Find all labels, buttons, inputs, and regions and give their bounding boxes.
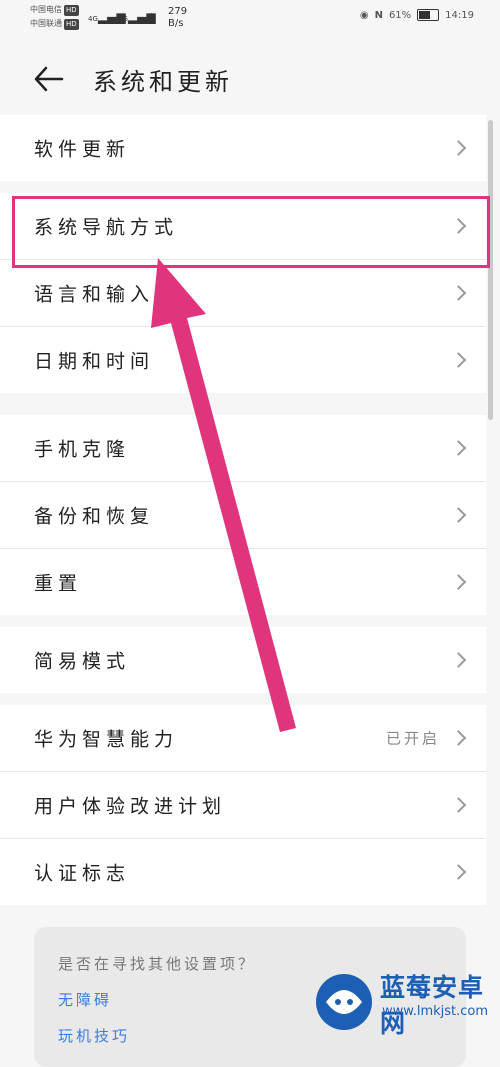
carrier-2: 中国联通 HD (30, 19, 79, 30)
chevron-right-icon (450, 864, 467, 880)
row-label: 重置 (34, 572, 83, 595)
wifi-icon: ◠ (146, 10, 157, 24)
user-experience-item[interactable]: 用户体验改进计划 (0, 772, 486, 839)
accessibility-link[interactable]: 无障碍 (58, 989, 112, 1010)
phone-clone-item[interactable]: 手机克隆 (0, 415, 486, 482)
settings-group-3: 手机克隆 备份和恢复 重置 (0, 415, 486, 615)
tips-link[interactable]: 玩机技巧 (58, 1025, 130, 1046)
row-label: 手机克隆 (34, 438, 131, 461)
software-update-item[interactable]: 软件更新 (0, 115, 486, 181)
settings-group-5: 华为智慧能力 已开启 用户体验改进计划 认证标志 (0, 705, 486, 905)
status-bar: 中国电信 HD 中国联通 HD 4G▂▄▆ 4G▂▄▆ ◠ 279 B/s ◉ N … (0, 0, 500, 34)
chevron-right-icon (450, 285, 467, 301)
row-label: 用户体验改进计划 (34, 795, 227, 818)
page-title: 系统和更新 (93, 68, 233, 96)
page-header: 系统和更新 (0, 46, 500, 110)
date-time-item[interactable]: 日期和时间 (0, 327, 486, 393)
chevron-right-icon (450, 352, 467, 368)
battery-icon (417, 9, 440, 21)
chevron-right-icon (450, 140, 467, 156)
watermark-logo-icon (316, 974, 372, 1030)
chevron-right-icon (450, 574, 467, 590)
back-arrow-icon[interactable] (32, 64, 66, 94)
simple-mode-item[interactable]: 简易模式 (0, 627, 486, 693)
language-input-item[interactable]: 语言和输入法 (0, 260, 486, 327)
settings-group-4: 简易模式 (0, 627, 486, 693)
certification-item[interactable]: 认证标志 (0, 839, 486, 905)
clock: 14:19 (445, 9, 474, 21)
chevron-right-icon (450, 440, 467, 456)
row-label: 简易模式 (34, 650, 131, 673)
row-label: 备份和恢复 (34, 505, 155, 528)
status-right: ◉ N 61% 14:19 (360, 9, 474, 21)
chevron-right-icon (450, 507, 467, 523)
chevron-right-icon (450, 797, 467, 813)
backup-restore-item[interactable]: 备份和恢复 (0, 482, 486, 549)
scrollbar[interactable] (488, 120, 493, 420)
network-speed: 279 B/s (168, 6, 188, 29)
highlight-box (12, 196, 490, 268)
eye-icon: ◉ (359, 9, 369, 21)
row-label: 语言和输入法 (34, 283, 179, 306)
suggestion-question: 是否在寻找其他设置项？ (58, 955, 257, 973)
row-label: 日期和时间 (34, 350, 155, 373)
huawei-ai-item[interactable]: 华为智慧能力 已开启 (0, 705, 486, 772)
battery-percent: 61% (388, 9, 412, 21)
chevron-right-icon (450, 730, 467, 746)
reset-item[interactable]: 重置 (0, 549, 486, 615)
settings-group-1: 软件更新 (0, 115, 486, 181)
chevron-right-icon (450, 652, 467, 668)
nfc-icon: N (374, 9, 383, 21)
row-label: 认证标志 (34, 862, 131, 885)
row-value: 已开启 (385, 729, 440, 748)
watermark: 蓝莓安卓网 www.lmkjst.com (312, 960, 500, 1039)
row-label: 软件更新 (34, 138, 131, 161)
row-label: 华为智慧能力 (34, 728, 179, 751)
carrier-1: 中国电信 HD (30, 5, 79, 16)
watermark-url: www.lmkjst.com (382, 1004, 489, 1019)
